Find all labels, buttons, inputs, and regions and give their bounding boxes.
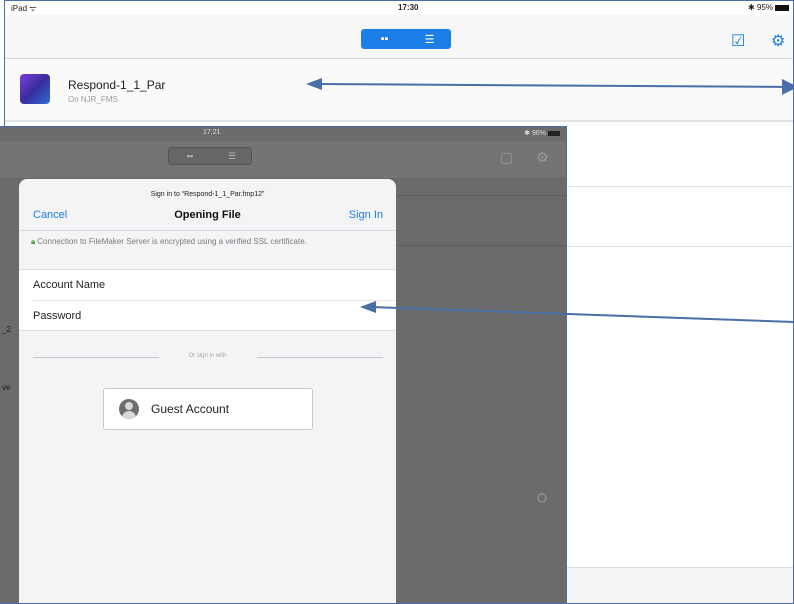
lock-icon: 🔒︎ bbox=[31, 237, 36, 246]
grid-view-button[interactable]: ▪▪ bbox=[362, 30, 407, 48]
file-title: Respond-1_1_Par bbox=[68, 78, 166, 92]
document-icon: ▢ bbox=[500, 149, 514, 165]
view-toggle: ▪▪ ☰ bbox=[168, 147, 252, 165]
bluetooth-icon: ✱ bbox=[748, 3, 755, 12]
ssl-message: Connection to FileMaker Server is encryp… bbox=[37, 237, 307, 246]
user-avatar-icon bbox=[119, 399, 139, 419]
status-bar: iPad ᯤ 17:30 ✱ 95% bbox=[5, 1, 793, 15]
device-label: iPad ᯤ bbox=[11, 4, 37, 13]
status-time: 17:30 bbox=[398, 3, 419, 12]
wifi-icon: ᯤ bbox=[29, 4, 37, 13]
document-check-icon[interactable]: ☑ bbox=[731, 31, 745, 51]
clipped-text: ve bbox=[2, 383, 11, 392]
list-icon: ☰ bbox=[211, 148, 251, 164]
signin-prompt: Sign in to “Respond-1_1_Par.fmp12” bbox=[150, 191, 265, 198]
sheet-title: Opening File bbox=[174, 209, 241, 221]
toolbar: ▪▪ ☰ ☑ ⚙ bbox=[5, 15, 793, 59]
account-name-field[interactable] bbox=[33, 270, 383, 300]
row-divider bbox=[396, 195, 566, 196]
signin-sheet: Sign in to “Respond-1_1_Par.fmp12” Cance… bbox=[19, 179, 396, 603]
toolbar-dimmed: ▪▪ ☰ ▢ ⚙ bbox=[0, 141, 566, 179]
guest-account-button[interactable]: Guest Account bbox=[103, 388, 313, 430]
list-icon: ☰ bbox=[407, 30, 450, 48]
list-view-button[interactable]: ☰ bbox=[407, 30, 450, 48]
guest-account-label: Guest Account bbox=[151, 402, 230, 416]
view-toggle[interactable]: ▪▪ ☰ bbox=[361, 29, 451, 49]
row-divider bbox=[396, 245, 566, 246]
grid-icon: ▪▪ bbox=[169, 148, 211, 164]
file-host: On NJR_FMS bbox=[68, 95, 118, 104]
clipped-text: _2 bbox=[2, 325, 11, 334]
battery-icon bbox=[775, 4, 789, 11]
sign-in-button[interactable]: Sign In bbox=[349, 209, 383, 221]
filemaker-app-icon bbox=[20, 74, 50, 104]
ssl-notice: 🔒︎ Connection to FileMaker Server is encr… bbox=[31, 237, 351, 247]
divider-line bbox=[257, 357, 383, 358]
battery-status: ✱ 96% bbox=[524, 129, 560, 137]
loading-spinner-icon bbox=[537, 493, 547, 503]
list-view-button: ☰ bbox=[211, 148, 251, 164]
grid-icon: ▪▪ bbox=[362, 30, 407, 48]
gear-icon[interactable]: ⚙ bbox=[771, 31, 785, 51]
battery-status: ✱ 95% bbox=[748, 3, 789, 12]
foreground-screenshot: 17:21 ✱ 96% ▪▪ ☰ ▢ ⚙ _2 ve Sign in to “R… bbox=[0, 126, 567, 604]
grid-view-button: ▪▪ bbox=[169, 148, 211, 164]
row-divider bbox=[5, 121, 793, 122]
or-sign-in-with-label: Or sign in with bbox=[188, 353, 227, 359]
battery-icon bbox=[548, 130, 560, 136]
status-time: 17:21 bbox=[203, 129, 221, 136]
credentials-group bbox=[19, 269, 396, 331]
file-row[interactable]: Respond-1_1_Par On NJR_FMS bbox=[5, 59, 793, 121]
bluetooth-icon: ✱ bbox=[524, 130, 531, 137]
gear-icon: ⚙ bbox=[536, 149, 549, 165]
password-field[interactable] bbox=[33, 301, 383, 331]
header-divider bbox=[19, 230, 396, 231]
status-bar: 17:21 ✱ 96% bbox=[0, 127, 566, 141]
